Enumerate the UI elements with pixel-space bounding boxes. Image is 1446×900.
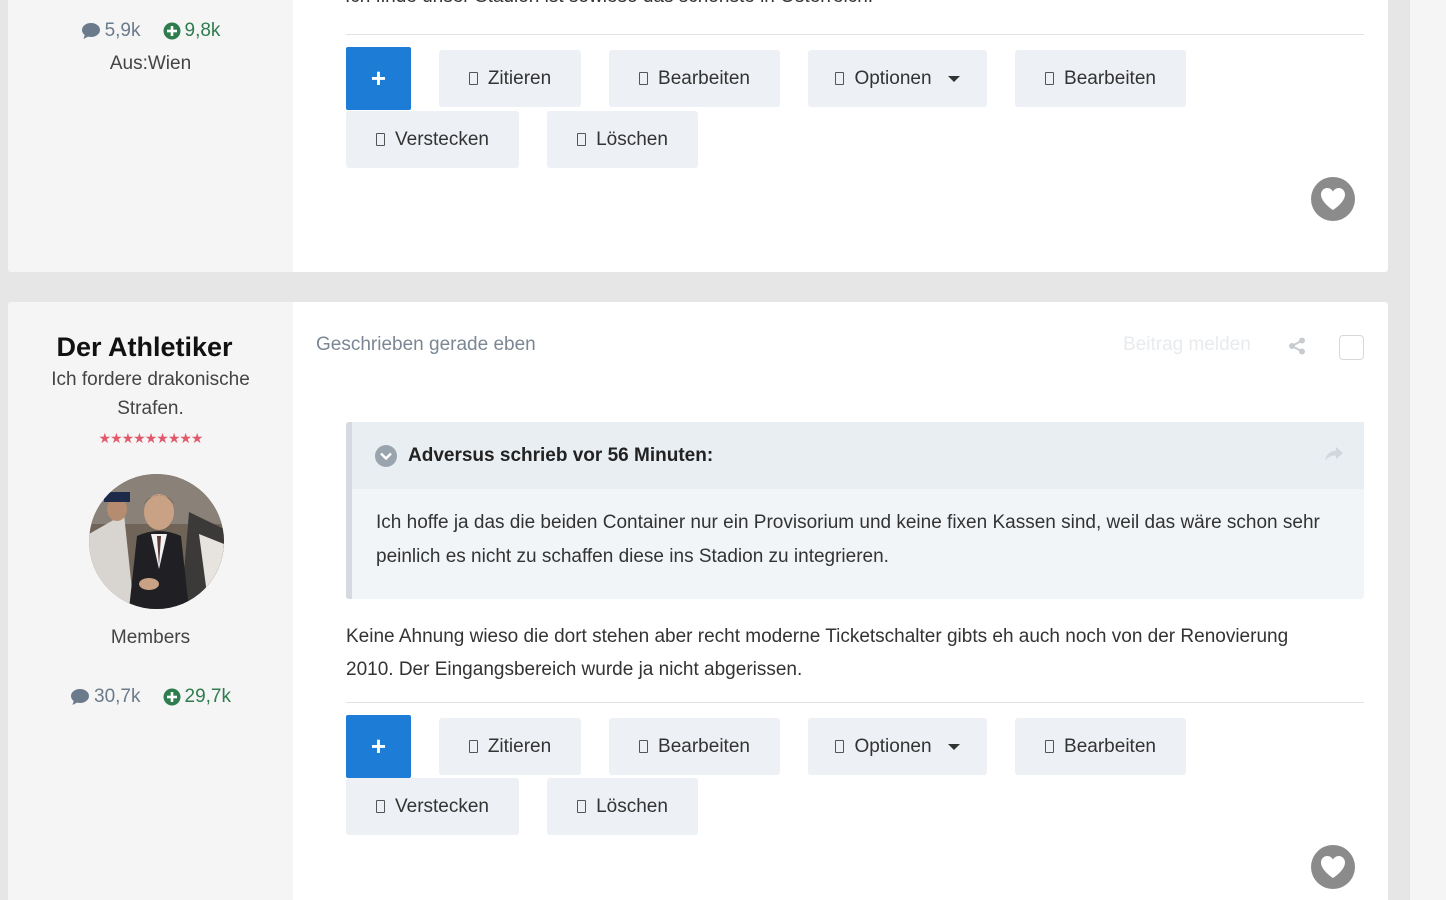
post-body-text: Keine Ahnung wieso die dort stehen aber … <box>346 626 1289 680</box>
hide-button-label: Verstecken <box>395 795 489 817</box>
delete-glyph-icon <box>577 133 587 146</box>
caret-down-icon <box>947 75 960 82</box>
options-button-label: Optionen <box>854 67 932 89</box>
share-icon[interactable] <box>1288 337 1306 360</box>
edit-glyph-icon <box>639 740 649 753</box>
author-location: Aus:Wien <box>109 53 192 74</box>
previous-post: 5,9k 9,8k Aus:Wien Ich finde unser Stadi… <box>8 0 1388 272</box>
rank-stars: ★★★★★★★★★ <box>98 430 204 446</box>
plus-circle-icon <box>163 688 180 706</box>
delete-glyph-icon <box>577 800 587 813</box>
comment-icon <box>81 23 100 39</box>
previous-author-stats: 5,9k 9,8k <box>8 20 293 42</box>
reputation-value: 29,7k <box>184 686 231 707</box>
quote-glyph-icon <box>468 740 478 753</box>
previous-post-author-panel: 5,9k 9,8k Aus:Wien <box>8 0 293 272</box>
edit-glyph-icon <box>639 72 649 85</box>
hide-glyph-icon <box>376 133 385 146</box>
quote-citation: Adversus schrieb vor 56 Minuten: <box>408 444 714 466</box>
options-dropdown-button[interactable]: Optionen <box>808 718 987 775</box>
reputation-stat: 9,8k <box>163 20 221 42</box>
comment-icon <box>71 689 90 705</box>
quote-button[interactable]: Zitieren <box>439 718 581 775</box>
post-author-panel: Der Athletiker Ich fordere drakonische S… <box>8 302 293 900</box>
delete-button[interactable]: Löschen <box>547 111 698 168</box>
plus-circle-icon <box>163 22 180 40</box>
previous-post-content: Ich finde unser Stadion ist sowieso das … <box>293 0 1388 272</box>
edit-button-label: Bearbeiten <box>1064 735 1156 757</box>
avatar[interactable] <box>89 474 224 609</box>
edit-button-secondary[interactable]: Bearbeiten <box>1015 718 1186 775</box>
quote-button-label: Zitieren <box>487 735 552 757</box>
edit-button-secondary[interactable]: Bearbeiten <box>1015 50 1186 107</box>
quote-glyph-icon <box>468 72 478 85</box>
edit-glyph-icon <box>1045 72 1055 85</box>
jump-to-quote-icon[interactable] <box>1324 446 1344 467</box>
select-post-checkbox[interactable] <box>1339 335 1364 360</box>
post-count-stat: 30,7k <box>70 686 141 708</box>
edit-button-label: Bearbeiten <box>658 735 750 757</box>
quote-button-label: Zitieren <box>487 67 552 89</box>
delete-button[interactable]: Löschen <box>547 778 698 835</box>
author-title-line-1: Ich fordere drakonische <box>51 369 250 390</box>
options-glyph-icon <box>835 72 845 85</box>
plus-label: + <box>370 63 387 93</box>
delete-button-label: Löschen <box>596 128 668 150</box>
caret-down-icon <box>947 743 960 750</box>
like-heart-button[interactable] <box>1311 177 1355 221</box>
hide-button-label: Verstecken <box>395 128 489 150</box>
heart-icon <box>1321 856 1345 878</box>
multiquote-plus-button[interactable]: + <box>346 47 411 110</box>
quote-block: Adversus schrieb vor 56 Minuten: Ich hof… <box>346 422 1364 599</box>
edit-glyph-icon <box>1045 740 1055 753</box>
forum-post: Der Athletiker Ich fordere drakonische S… <box>8 302 1388 900</box>
right-scroll-strip <box>1410 0 1446 900</box>
post-timestamp[interactable]: Geschrieben gerade eben <box>316 334 536 356</box>
reputation-stat: 29,7k <box>163 686 231 708</box>
plus-label: + <box>370 731 387 761</box>
author-stats: 30,7k 29,7k <box>8 686 293 708</box>
previous-post-text: Ich finde unser Stadion ist sowieso das … <box>345 0 873 8</box>
post-content: Geschrieben gerade eben Beitrag melden A… <box>293 302 1388 900</box>
divider <box>346 34 1364 35</box>
quote-text: Ich hoffe ja das die beiden Container nu… <box>376 512 1320 567</box>
post-count-stat: 5,9k <box>81 20 141 42</box>
quote-header: Adversus schrieb vor 56 Minuten: <box>352 422 1364 489</box>
multiquote-plus-button[interactable]: + <box>346 715 411 778</box>
heart-icon <box>1321 188 1345 210</box>
quote-button[interactable]: Zitieren <box>439 50 581 107</box>
author-title-line-2: Strafen. <box>117 398 184 419</box>
hide-button[interactable]: Verstecken <box>346 111 519 168</box>
member-group: Members <box>110 627 191 648</box>
post-count-value: 30,7k <box>94 686 141 707</box>
options-button-label: Optionen <box>854 735 932 757</box>
avatar-image <box>89 474 224 609</box>
edit-button-label: Bearbeiten <box>1064 67 1156 89</box>
edit-button[interactable]: Bearbeiten <box>609 718 780 775</box>
author-username[interactable]: Der Athletiker <box>8 332 293 363</box>
options-dropdown-button[interactable]: Optionen <box>808 50 987 107</box>
options-glyph-icon <box>835 740 845 753</box>
divider <box>346 702 1364 703</box>
delete-button-label: Löschen <box>596 795 668 817</box>
edit-button-label: Bearbeiten <box>658 67 750 89</box>
report-post-link[interactable]: Beitrag melden <box>1123 334 1251 356</box>
like-heart-button[interactable] <box>1311 845 1355 889</box>
hide-button[interactable]: Verstecken <box>346 778 519 835</box>
reputation-value: 9,8k <box>184 20 221 41</box>
edit-button[interactable]: Bearbeiten <box>609 50 780 107</box>
hide-glyph-icon <box>376 800 385 813</box>
post-count-value: 5,9k <box>104 20 141 41</box>
collapse-toggle-icon[interactable] <box>375 444 397 467</box>
